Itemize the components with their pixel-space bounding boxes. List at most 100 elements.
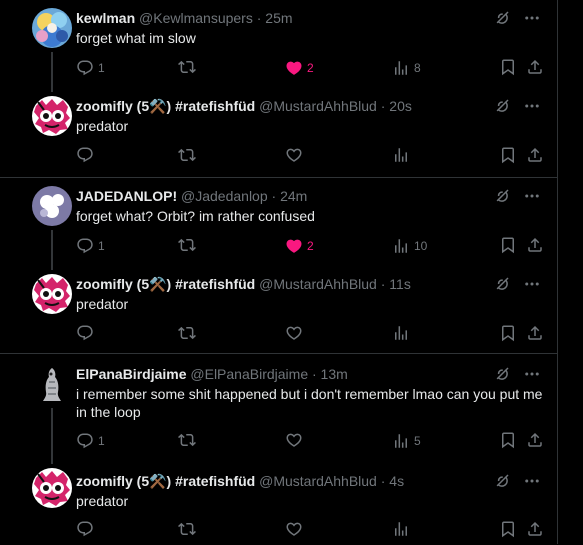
grok-icon[interactable] [493, 472, 511, 490]
reply-button[interactable] [76, 520, 98, 538]
user-handle[interactable]: @MustardAhhBlud [259, 473, 377, 489]
like-button[interactable]: 2 [285, 58, 314, 78]
repost-button[interactable] [178, 236, 200, 254]
reply-count: 1 [98, 61, 105, 75]
user-handle[interactable]: @Kewlmansupers [139, 10, 253, 26]
tweet-header: zoomifly (5⚒️) #ratefishfüd @MustardAhhB… [76, 472, 404, 490]
reply-button[interactable]: 1 [76, 58, 105, 78]
reply-icon [76, 59, 94, 77]
avatar[interactable] [32, 364, 72, 404]
tweet[interactable]: kewlman @Kewlmansupers · 25m forget what… [0, 0, 557, 92]
repost-button[interactable] [178, 146, 200, 164]
views-button[interactable]: 8 [392, 58, 421, 78]
grok-icon[interactable] [493, 275, 511, 293]
bookmark-button[interactable] [499, 146, 517, 164]
like-button[interactable] [285, 324, 307, 342]
timestamp[interactable]: · 11s [381, 276, 411, 292]
ellipsis-icon[interactable] [523, 472, 541, 490]
thread-line [51, 408, 53, 464]
avatar[interactable] [32, 274, 72, 314]
tweet-text: predator [76, 493, 129, 509]
user-handle[interactable]: @ElPanaBirdjaime [190, 366, 308, 382]
views-button[interactable] [392, 146, 414, 164]
reply-button[interactable]: 1 [76, 236, 105, 256]
share-button[interactable] [526, 146, 544, 164]
avatar[interactable] [32, 186, 72, 226]
repost-button[interactable] [178, 58, 200, 76]
share-icon [526, 520, 544, 538]
like-button[interactable]: 2 [285, 236, 314, 256]
views-button[interactable] [392, 324, 414, 342]
heart-icon [285, 431, 303, 449]
timestamp[interactable]: · 13m [312, 366, 348, 382]
tweet-text: predator [76, 296, 129, 312]
reply-tweet[interactable]: zoomifly (5⚒️) #ratefishfüd @MustardAhhB… [0, 266, 557, 354]
views-icon [392, 520, 410, 538]
grok-icon[interactable] [493, 97, 511, 115]
ellipsis-icon[interactable] [523, 97, 541, 115]
bookmark-button[interactable] [499, 324, 517, 342]
share-icon [526, 58, 544, 76]
display-name[interactable]: kewlman [76, 10, 135, 26]
views-button[interactable]: 5 [392, 431, 421, 451]
like-button[interactable] [285, 431, 307, 449]
reply-icon [76, 324, 94, 342]
repost-icon [178, 146, 196, 164]
bookmark-button[interactable] [499, 520, 517, 538]
views-button[interactable]: 10 [392, 236, 427, 256]
reply-button[interactable] [76, 324, 98, 342]
reply-tweet[interactable]: zoomifly (5⚒️) #ratefishfüd @MustardAhhB… [0, 88, 557, 176]
share-button[interactable] [526, 520, 544, 538]
views-button[interactable] [392, 520, 414, 538]
timestamp[interactable]: · 24m [272, 188, 308, 204]
display-name[interactable]: JADEDANLOP! [76, 188, 177, 204]
heart-icon [285, 520, 303, 538]
heart-icon [285, 324, 303, 342]
reply-button[interactable]: 1 [76, 431, 105, 451]
ellipsis-icon[interactable] [523, 365, 541, 383]
tweet[interactable]: ElPanaBirdjaime @ElPanaBirdjaime · 13m i… [0, 354, 557, 464]
grok-icon[interactable] [493, 9, 511, 27]
repost-button[interactable] [178, 520, 200, 538]
views-count: 5 [414, 434, 421, 448]
grok-icon[interactable] [493, 365, 511, 383]
ellipsis-icon[interactable] [523, 275, 541, 293]
share-icon [526, 146, 544, 164]
bookmark-button[interactable] [499, 431, 517, 449]
bookmark-button[interactable] [499, 58, 517, 76]
share-button[interactable] [526, 431, 544, 449]
ellipsis-icon[interactable] [523, 187, 541, 205]
display-name[interactable]: zoomifly (5⚒️) #ratefishfüd [76, 98, 255, 114]
bookmark-button[interactable] [499, 236, 517, 254]
reply-button[interactable] [76, 146, 98, 164]
display-name[interactable]: zoomifly (5⚒️) #ratefishfüd [76, 473, 255, 489]
share-button[interactable] [526, 324, 544, 342]
display-name[interactable]: ElPanaBirdjaime [76, 366, 187, 382]
timestamp[interactable]: · 4s [381, 473, 404, 489]
heart-icon [285, 146, 303, 164]
timestamp[interactable]: · 20s [381, 98, 412, 114]
reply-tweet[interactable]: zoomifly (5⚒️) #ratefishfüd @MustardAhhB… [0, 460, 557, 545]
share-button[interactable] [526, 58, 544, 76]
like-button[interactable] [285, 146, 307, 164]
like-button[interactable] [285, 520, 307, 538]
avatar[interactable] [32, 8, 72, 48]
repost-button[interactable] [178, 324, 200, 342]
views-icon [392, 146, 410, 164]
ellipsis-icon[interactable] [523, 9, 541, 27]
tweet-top-actions [493, 472, 541, 490]
user-handle[interactable]: @MustardAhhBlud [259, 98, 377, 114]
avatar[interactable] [32, 468, 72, 508]
timestamp[interactable]: · 25m [257, 10, 293, 26]
tweet-top-actions [493, 365, 541, 383]
tweet-actions [76, 324, 546, 344]
display-name[interactable]: zoomifly (5⚒️) #ratefishfüd [76, 276, 255, 292]
avatar[interactable] [32, 96, 72, 136]
tweet[interactable]: JADEDANLOP! @Jadedanlop · 24m forget wha… [0, 178, 557, 270]
user-handle[interactable]: @MustardAhhBlud [259, 276, 377, 292]
reply-icon [76, 146, 94, 164]
grok-icon[interactable] [493, 187, 511, 205]
share-button[interactable] [526, 236, 544, 254]
user-handle[interactable]: @Jadedanlop [181, 188, 268, 204]
repost-button[interactable] [178, 431, 200, 449]
